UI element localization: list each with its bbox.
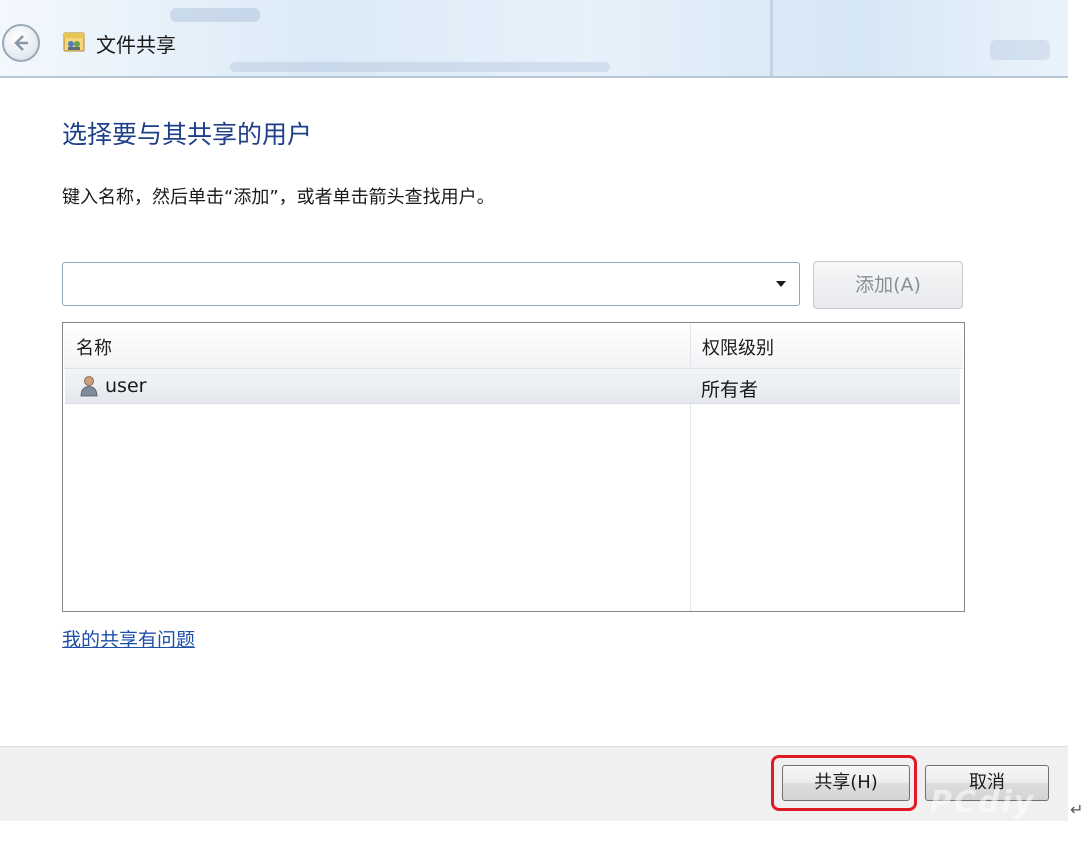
back-arrow-icon — [14, 35, 28, 51]
column-header-permission[interactable]: 权限级别 — [702, 334, 774, 360]
title-bar: 文件共享 — [0, 0, 1068, 78]
window-title: 文件共享 — [96, 33, 176, 57]
sharing-help-link[interactable]: 我的共享有问题 — [62, 625, 195, 652]
dropdown-button[interactable] — [767, 267, 795, 301]
list-row[interactable]: user 所有者 — [65, 369, 960, 404]
page-heading: 选择要与其共享的用户 — [62, 120, 313, 149]
file-sharing-window: 文件共享 选择要与其共享的用户 键入名称，然后单击“添加”，或者单击箭头查找用户… — [0, 0, 1068, 821]
user-name-input[interactable] — [69, 269, 763, 301]
row-user-name: user — [105, 375, 147, 397]
share-button[interactable]: 共享(H) — [782, 765, 910, 801]
list-header: 名称 权限级别 — [64, 324, 963, 369]
user-icon — [80, 376, 98, 397]
instruction-text: 键入名称，然后单击“添加”，或者单击箭头查找用户。 — [62, 187, 495, 208]
file-sharing-icon — [63, 32, 85, 52]
column-divider — [690, 324, 691, 611]
back-button[interactable] — [2, 24, 40, 62]
return-mark: ↵ — [1070, 800, 1084, 819]
watermark: PCdiy — [930, 785, 1036, 820]
column-header-name[interactable]: 名称 — [76, 334, 112, 360]
dropdown-arrow-icon — [776, 281, 786, 287]
user-name-combobox[interactable] — [62, 262, 800, 306]
row-permission-level[interactable]: 所有者 — [701, 375, 758, 402]
user-list: 名称 权限级别 user 所有者 — [62, 322, 965, 612]
add-button[interactable]: 添加(A) — [813, 261, 963, 309]
